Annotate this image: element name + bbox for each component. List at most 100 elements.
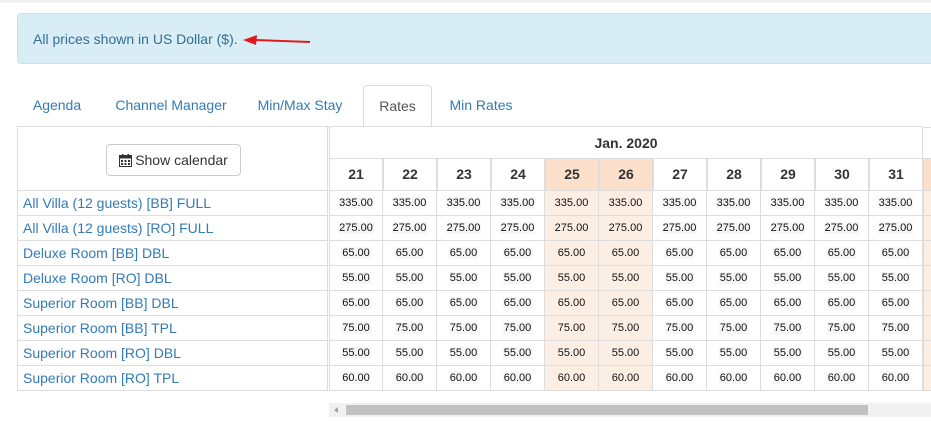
rate-cell[interactable]: 75.00 [653,316,707,341]
rate-cell[interactable]: 335.00 [869,191,923,216]
rate-cell[interactable]: 65.00 [329,291,383,316]
room-name-link[interactable]: Superior Room [BB] TPL [17,316,328,341]
rate-cell[interactable]: 65.00 [491,241,545,266]
rate-cell[interactable]: 275.00 [599,216,653,241]
rate-cell[interactable]: 65.00 [815,291,869,316]
rate-cell[interactable]: 55.00 [383,266,437,291]
room-name-link[interactable]: Superior Room [RO] TPL [17,366,328,391]
rate-cell[interactable]: 65.00 [383,291,437,316]
rate-cell[interactable]: 65.00 [869,241,923,266]
rate-cell[interactable]: 55.00 [437,266,491,291]
rate-cell[interactable]: 335.00 [599,191,653,216]
rate-cell[interactable]: 55.00 [761,341,815,366]
rate-cell[interactable]: 65.00 [653,291,707,316]
rate-cell[interactable]: 275.00 [761,216,815,241]
rate-cell[interactable]: 75.00 [761,316,815,341]
rate-cell[interactable]: 55.00 [545,341,599,366]
rate-cell[interactable]: 65.00 [761,241,815,266]
rate-cell[interactable]: 75.00 [815,316,869,341]
rate-cell[interactable]: 65.00 [761,291,815,316]
rate-cell[interactable]: 65.00 [707,241,761,266]
rate-cell[interactable]: 55.00 [869,341,923,366]
rate-cell[interactable]: 75.00 [437,316,491,341]
rate-cell[interactable]: 65.00 [329,241,383,266]
rate-cell[interactable]: 65.00 [599,291,653,316]
rate-cell[interactable]: 75.00 [869,316,923,341]
rate-cell[interactable]: 60.00 [329,366,383,391]
rate-cell[interactable]: 275.00 [545,216,599,241]
show-calendar-button[interactable]: Show calendar [106,144,241,176]
rate-cell[interactable]: 65.00 [653,241,707,266]
rate-cell[interactable]: 65.00 [815,241,869,266]
rate-cell[interactable]: 60.00 [653,366,707,391]
rate-cell[interactable]: 60.00 [491,366,545,391]
room-name-link[interactable]: Superior Room [BB] DBL [17,291,328,316]
rate-cell[interactable]: 60.00 [437,366,491,391]
rate-cell[interactable]: 335.00 [383,191,437,216]
room-name-link[interactable]: Deluxe Room [RO] DBL [17,266,328,291]
rate-cell[interactable]: 335.00 [707,191,761,216]
rate-cell[interactable]: 55.00 [599,341,653,366]
rate-cell[interactable]: 55.00 [437,341,491,366]
rate-cell[interactable]: 55.00 [329,341,383,366]
rate-cell[interactable]: 55.00 [383,341,437,366]
rate-cell[interactable]: 65.00 [545,241,599,266]
rate-cell[interactable]: 75.00 [491,316,545,341]
rate-cell[interactable]: 75.00 [545,316,599,341]
tab-min-rates[interactable]: Min Rates [439,85,523,126]
rate-cell[interactable]: 335.00 [491,191,545,216]
room-name-link[interactable]: Superior Room [RO] DBL [17,341,328,366]
rate-cell[interactable]: 65.00 [437,241,491,266]
horizontal-scrollbar[interactable] [329,403,931,417]
rate-cell[interactable]: 335.00 [437,191,491,216]
rate-cell[interactable]: 55.00 [815,341,869,366]
rate-cell[interactable]: 60.00 [545,366,599,391]
rate-cell[interactable]: 335.00 [653,191,707,216]
rate-cell[interactable]: 275.00 [869,216,923,241]
rate-cell[interactable]: 60.00 [383,366,437,391]
rate-cell[interactable]: 60.00 [707,366,761,391]
rate-cell[interactable]: 55.00 [653,341,707,366]
rate-cell[interactable]: 75.00 [707,316,761,341]
rate-cell[interactable]: 60.00 [761,366,815,391]
rate-cell[interactable]: 275.00 [437,216,491,241]
rate-cell[interactable]: 60.00 [815,366,869,391]
scrollbar-thumb[interactable] [346,405,868,415]
tab-agenda[interactable]: Agenda [17,85,97,126]
rate-cell[interactable]: 275.00 [653,216,707,241]
rate-cell[interactable]: 55.00 [761,266,815,291]
scroll-left-arrow-icon[interactable] [329,403,343,417]
tab-rates[interactable]: Rates [363,85,432,127]
rate-cell[interactable]: 55.00 [815,266,869,291]
rate-cell[interactable]: 65.00 [869,291,923,316]
rate-cell[interactable]: 65.00 [383,241,437,266]
rate-cell[interactable]: 275.00 [491,216,545,241]
rate-cell[interactable]: 335.00 [329,191,383,216]
rate-cell[interactable]: 60.00 [869,366,923,391]
rate-cell[interactable]: 275.00 [707,216,761,241]
rate-cell[interactable]: 65.00 [491,291,545,316]
rate-cell[interactable]: 65.00 [545,291,599,316]
rate-cell[interactable]: 335.00 [545,191,599,216]
rate-cell[interactable]: 335.00 [761,191,815,216]
rate-cell[interactable]: 55.00 [545,266,599,291]
rate-cell[interactable]: 55.00 [869,266,923,291]
tab-min-max-stay[interactable]: Min/Max Stay [250,85,350,126]
rate-cell[interactable]: 55.00 [599,266,653,291]
rate-cell[interactable]: 55.00 [707,266,761,291]
rate-cell[interactable]: 65.00 [599,241,653,266]
rate-cell[interactable]: 75.00 [383,316,437,341]
rate-cell[interactable]: 55.00 [491,341,545,366]
rate-cell[interactable]: 65.00 [707,291,761,316]
rate-cell[interactable]: 335.00 [815,191,869,216]
tab-channel-manager[interactable]: Channel Manager [103,85,239,126]
rate-cell[interactable]: 275.00 [329,216,383,241]
rate-cell[interactable]: 75.00 [599,316,653,341]
rate-cell[interactable]: 55.00 [653,266,707,291]
rate-cell[interactable]: 75.00 [329,316,383,341]
rate-cell[interactable]: 60.00 [599,366,653,391]
rate-cell[interactable]: 275.00 [383,216,437,241]
rate-cell[interactable]: 275.00 [815,216,869,241]
room-name-link[interactable]: All Villa (12 guests) [BB] FULL [17,191,328,216]
room-name-link[interactable]: Deluxe Room [BB] DBL [17,241,328,266]
